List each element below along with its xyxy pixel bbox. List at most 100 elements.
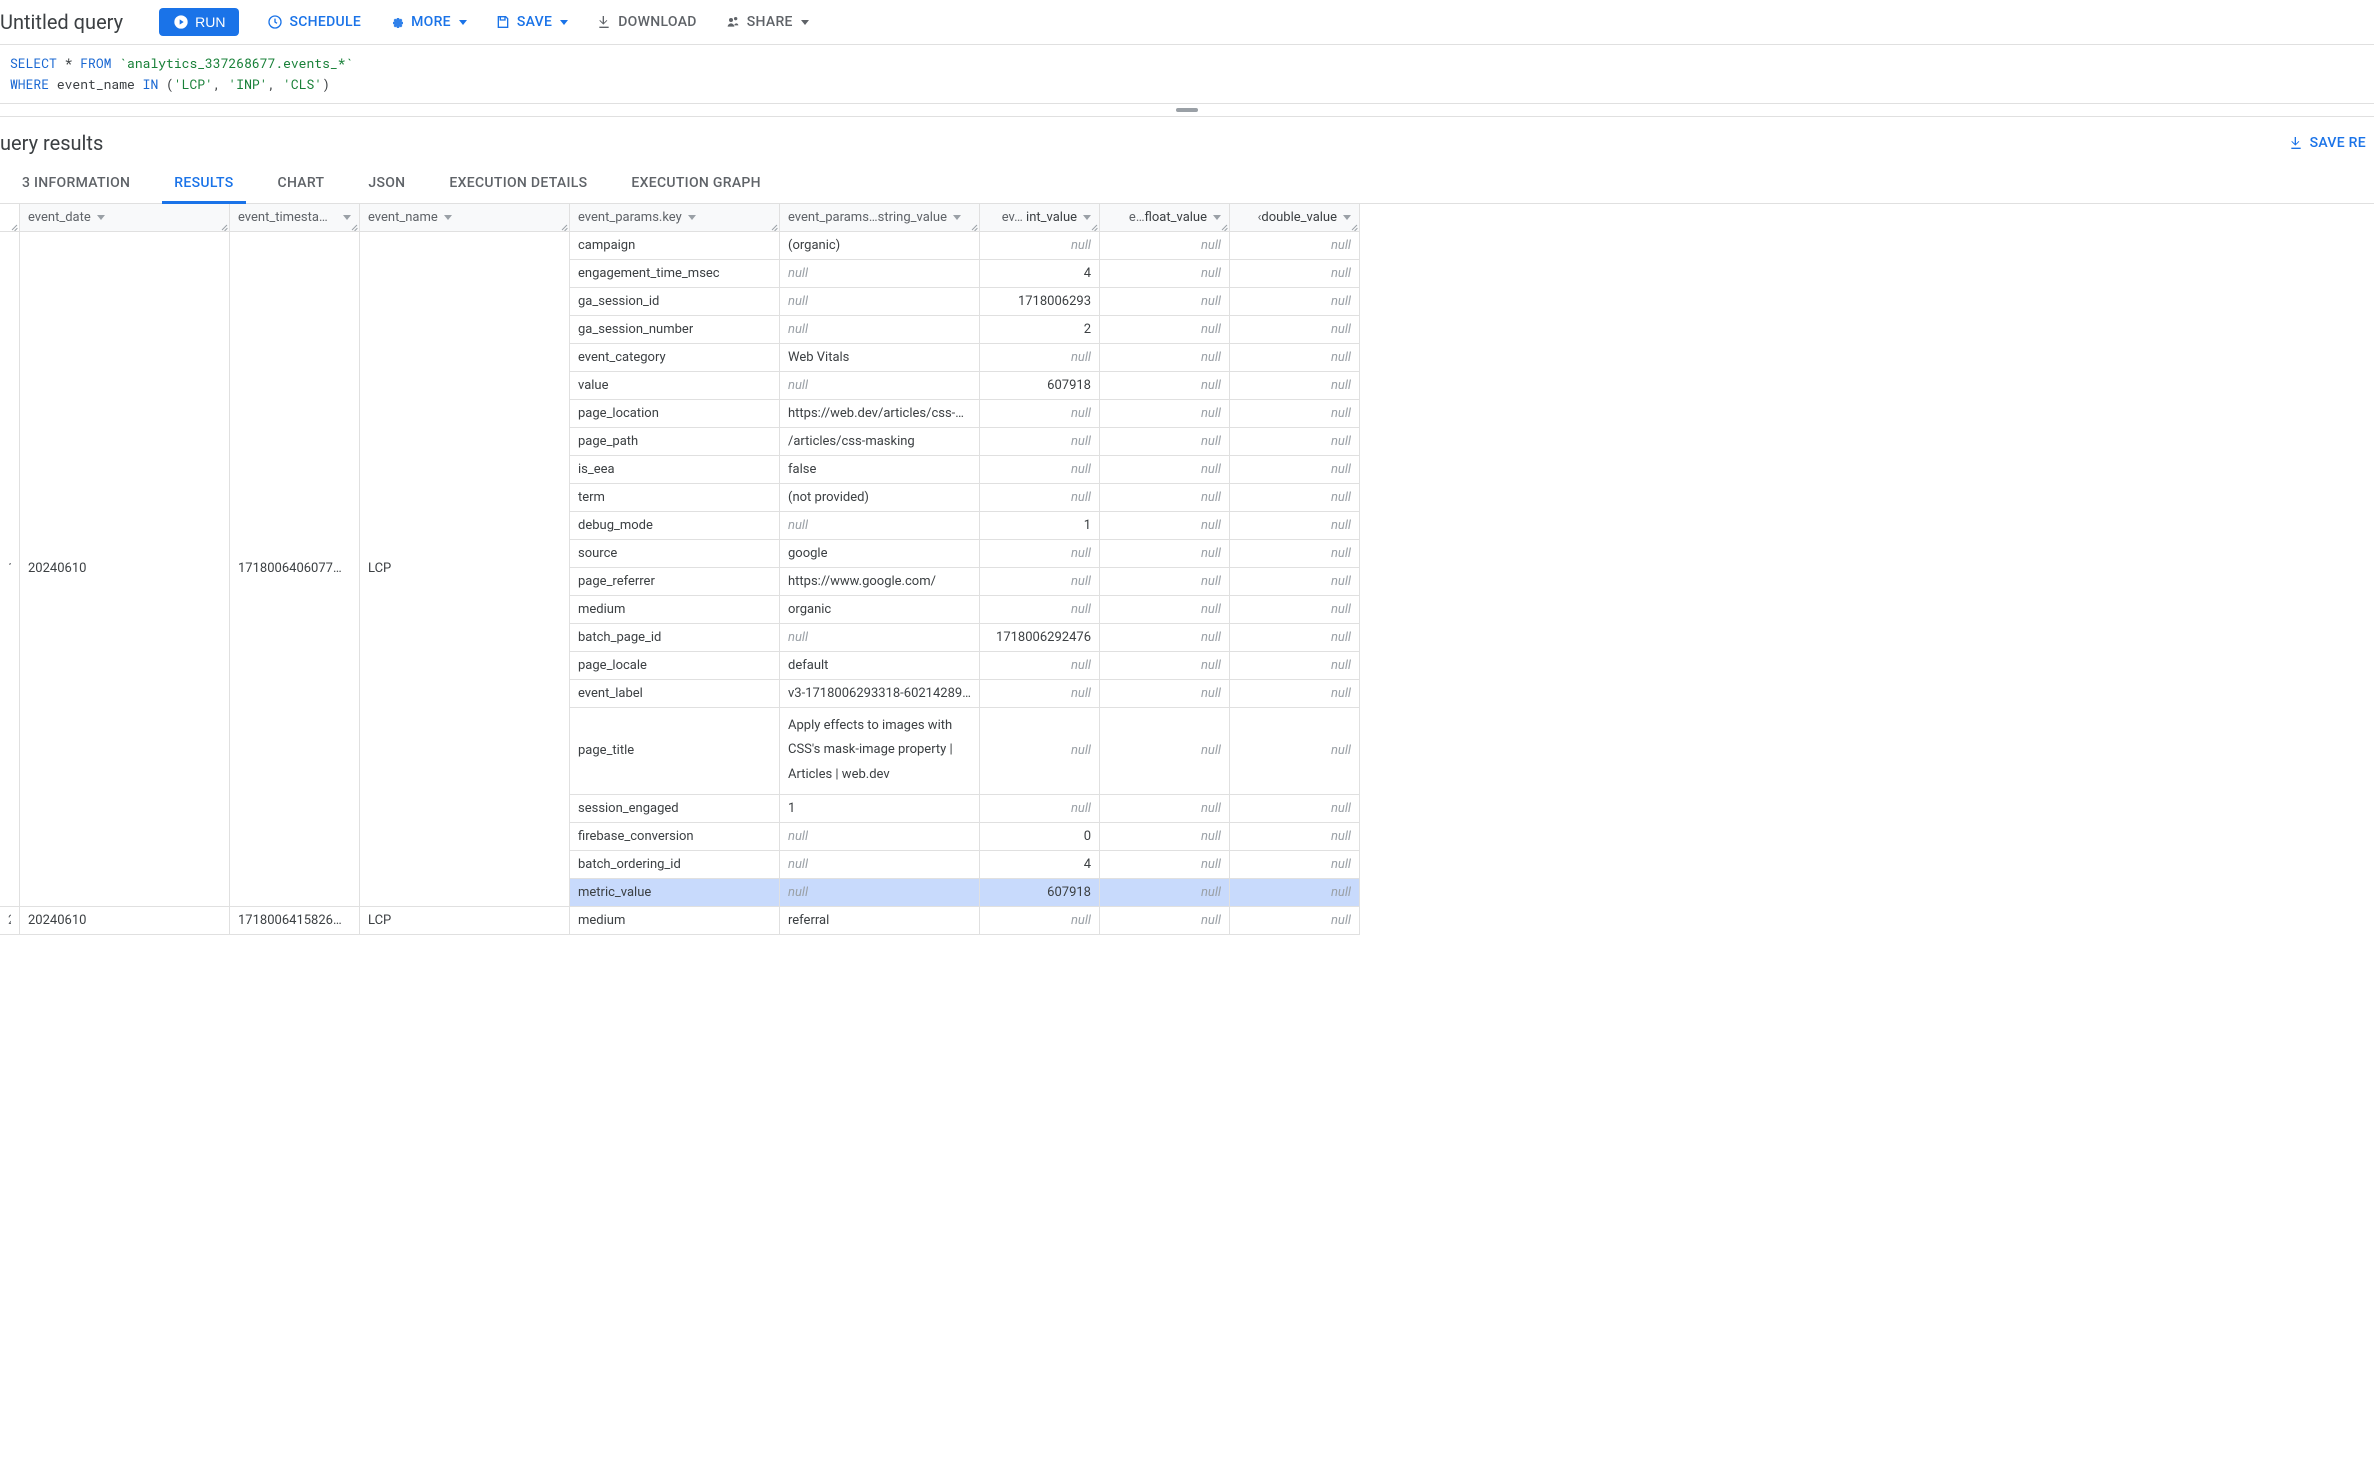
cell-int-value[interactable]: null [980,344,1100,372]
resize-handle-icon[interactable] [967,219,979,231]
cell-double-value[interactable]: null [1230,795,1360,823]
cell-string-value[interactable]: null [780,624,980,652]
cell-string-value[interactable]: null [780,260,980,288]
cell-string-value[interactable]: null [780,851,980,879]
resize-handle[interactable] [0,104,2374,117]
cell-string-value[interactable]: organic [780,596,980,624]
cell-key[interactable]: page_title [570,708,780,795]
cell-key[interactable]: firebase_conversion [570,823,780,851]
cell-double-value[interactable]: null [1230,907,1360,935]
resize-handle-icon[interactable] [767,219,779,231]
tab-results[interactable]: RESULTS [152,163,255,203]
cell-int-value[interactable]: null [980,232,1100,260]
cell-double-value[interactable]: null [1230,851,1360,879]
cell-int-value[interactable]: null [980,680,1100,708]
cell-key[interactable]: source [570,540,780,568]
cell-key[interactable]: ga_session_number [570,316,780,344]
cell-string-value[interactable]: null [780,288,980,316]
resize-handle-icon[interactable] [1347,219,1359,231]
cell-key[interactable]: page_locale [570,652,780,680]
share-button[interactable]: SHARE [725,14,809,30]
col-event-name[interactable]: event_name [360,204,570,232]
col-float-value[interactable]: e…float_value [1100,204,1230,232]
download-button[interactable]: DOWNLOAD [596,14,697,30]
cell-key[interactable]: event_label [570,680,780,708]
cell-string-value[interactable]: null [780,879,980,907]
cell-string-value[interactable]: null [780,512,980,540]
cell-float-value[interactable]: null [1100,708,1230,795]
cell-event-name[interactable]: LCP [360,232,570,907]
cell-double-value[interactable]: null [1230,344,1360,372]
cell-key[interactable]: engagement_time_msec [570,260,780,288]
resize-handle-icon[interactable] [217,219,229,231]
resize-handle-icon[interactable] [557,219,569,231]
cell-float-value[interactable]: null [1100,823,1230,851]
cell-int-value[interactable]: null [980,596,1100,624]
save-button[interactable]: SAVE [495,14,568,30]
cell-string-value[interactable]: null [780,316,980,344]
cell-float-value[interactable]: null [1100,795,1230,823]
cell-double-value[interactable]: null [1230,260,1360,288]
cell-int-value[interactable]: null [980,484,1100,512]
cell-event-date[interactable]: 20240610 [20,232,230,907]
cell-float-value[interactable]: null [1100,512,1230,540]
cell-float-value[interactable]: null [1100,316,1230,344]
cell-float-value[interactable]: null [1100,372,1230,400]
cell-int-value[interactable]: null [980,428,1100,456]
cell-int-value[interactable]: null [980,568,1100,596]
col-rownum[interactable] [0,204,20,232]
cell-string-value[interactable]: default [780,652,980,680]
cell-string-value[interactable]: https://web.dev/articles/css-m… [780,400,980,428]
cell-key[interactable]: debug_mode [570,512,780,540]
save-results-button[interactable]: SAVE RE [2288,135,2366,151]
cell-key[interactable]: page_path [570,428,780,456]
cell-string-value[interactable]: /articles/css-masking [780,428,980,456]
cell-double-value[interactable]: null [1230,316,1360,344]
cell-float-value[interactable]: null [1100,456,1230,484]
col-event-timestamp[interactable]: event_timestamp [230,204,360,232]
cell-float-value[interactable]: null [1100,428,1230,456]
cell-key[interactable]: medium [570,596,780,624]
cell-double-value[interactable]: null [1230,288,1360,316]
cell-string-value[interactable]: google [780,540,980,568]
cell-key[interactable]: campaign [570,232,780,260]
cell-float-value[interactable]: null [1100,596,1230,624]
cell-int-value[interactable]: 607918 [980,879,1100,907]
cell-double-value[interactable]: null [1230,652,1360,680]
cell-int-value[interactable]: null [980,708,1100,795]
cell-double-value[interactable]: null [1230,428,1360,456]
cell-string-value[interactable]: referral [780,907,980,935]
cell-key[interactable]: page_referrer [570,568,780,596]
cell-double-value[interactable]: null [1230,232,1360,260]
col-event-date[interactable]: event_date [20,204,230,232]
cell-int-value[interactable]: 1718006293 [980,288,1100,316]
cell-string-value[interactable]: (not provided) [780,484,980,512]
cell-int-value[interactable]: null [980,456,1100,484]
cell-float-value[interactable]: null [1100,879,1230,907]
cell-int-value[interactable]: 1 [980,512,1100,540]
cell-int-value[interactable]: null [980,652,1100,680]
col-double-value[interactable]: ‹double_value [1230,204,1360,232]
cell-key[interactable]: event_category [570,344,780,372]
cell-int-value[interactable]: 1718006292476 [980,624,1100,652]
cell-key[interactable]: metric_value [570,879,780,907]
cell-double-value[interactable]: null [1230,879,1360,907]
col-int-value[interactable]: ev… int_value [980,204,1100,232]
tab-execution-graph[interactable]: EXECUTION GRAPH [609,163,783,203]
cell-int-value[interactable]: null [980,540,1100,568]
cell-string-value[interactable]: v3-1718006293318-602142891… [780,680,980,708]
cell-double-value[interactable]: null [1230,596,1360,624]
tab-execution-details[interactable]: EXECUTION DETAILS [427,163,609,203]
cell-float-value[interactable]: null [1100,907,1230,935]
cell-double-value[interactable]: null [1230,624,1360,652]
cell-float-value[interactable]: null [1100,540,1230,568]
cell-int-value[interactable]: 607918 [980,372,1100,400]
cell-double-value[interactable]: null [1230,484,1360,512]
cell-key[interactable]: batch_page_id [570,624,780,652]
run-button[interactable]: RUN [159,8,239,36]
cell-string-value[interactable]: false [780,456,980,484]
cell-double-value[interactable]: null [1230,540,1360,568]
tab-json[interactable]: JSON [346,163,427,203]
cell-double-value[interactable]: null [1230,456,1360,484]
cell-float-value[interactable]: null [1100,652,1230,680]
